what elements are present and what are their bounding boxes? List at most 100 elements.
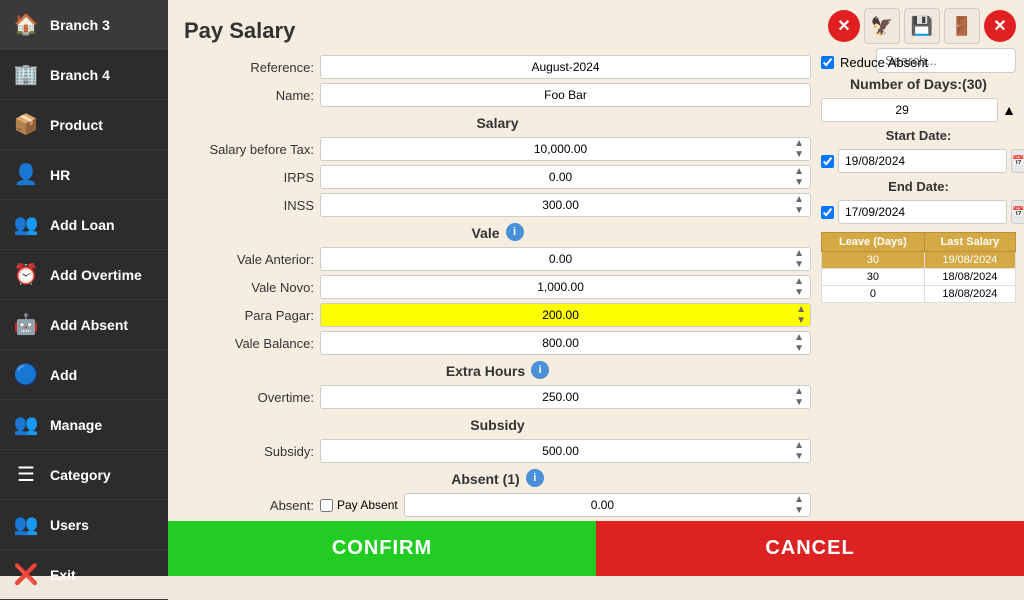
main-content: ✕ 🦅 💾 🚪 ✕ Pay Salary Reference: Name: Sa… xyxy=(168,0,1024,576)
vale-info-icon[interactable]: i xyxy=(506,223,524,241)
manage-icon: 👥 xyxy=(10,409,42,441)
end-date-label: End Date: xyxy=(821,179,1016,194)
door-icon-btn[interactable]: 🚪 xyxy=(944,8,980,44)
cancel-button[interactable]: CANCEL xyxy=(596,521,1024,576)
para-pagar-label: Para Pagar: xyxy=(184,308,314,323)
leave-table-row[interactable]: 3019/08/2024 xyxy=(822,252,1016,269)
overtime-spin-btn[interactable]: ▲▼ xyxy=(794,386,804,408)
start-date-input[interactable] xyxy=(838,149,1007,173)
sidebar-label-add: Add xyxy=(50,367,77,383)
save-icon-btn[interactable]: 💾 xyxy=(904,8,940,44)
name-label: Name: xyxy=(184,88,314,103)
overtime-field: 250.00 ▲▼ xyxy=(320,385,811,409)
absent-value: 0.00 xyxy=(411,498,794,512)
close-button-right[interactable]: ✕ xyxy=(984,10,1016,42)
sidebar-item-product[interactable]: 📦 Product xyxy=(0,100,168,150)
leave-days-cell: 30 xyxy=(822,252,925,269)
para-pagar-spin-btn[interactable]: ▲▼ xyxy=(796,304,806,326)
sidebar-item-users[interactable]: 👥 Users xyxy=(0,500,168,550)
salary-before-tax-label: Salary before Tax: xyxy=(184,142,314,157)
absent-spin-btn[interactable]: ▲▼ xyxy=(794,494,804,516)
leave-table-row[interactable]: 3018/08/2024 xyxy=(822,269,1016,286)
sidebar-label-hr: HR xyxy=(50,167,70,183)
subsidy-spin-btn[interactable]: ▲▼ xyxy=(794,440,804,462)
inss-row: INSS 300.00 ▲▼ xyxy=(184,193,811,217)
name-input[interactable] xyxy=(320,83,811,107)
para-pagar-field: 200.00 ▲▼ xyxy=(320,303,811,327)
vale-balance-spin-btn[interactable]: ▲▼ xyxy=(794,332,804,354)
sidebar-item-hr[interactable]: 👤 HR xyxy=(0,150,168,200)
leave-days-cell: 30 xyxy=(822,269,925,286)
vale-novo-spin-btn[interactable]: ▲▼ xyxy=(794,276,804,298)
irps-label: IRPS xyxy=(184,170,314,185)
leave-col1-header: Leave (Days) xyxy=(822,233,925,252)
vale-novo-field: 1,000.00 ▲▼ xyxy=(320,275,811,299)
reduce-absent-row: Reduce Absent xyxy=(821,55,1016,70)
pay-absent-label: Pay Absent xyxy=(337,498,398,512)
sidebar-label-addloan: Add Loan xyxy=(50,217,115,233)
vale-balance-row: Vale Balance: 800.00 ▲▼ xyxy=(184,331,811,355)
sidebar-label-product: Product xyxy=(50,117,103,133)
irps-field: 0.00 ▲▼ xyxy=(320,165,811,189)
branch4-icon: 🏢 xyxy=(10,59,42,91)
absent-info-icon[interactable]: i xyxy=(526,469,544,487)
topbar: ✕ 🦅 💾 🚪 ✕ xyxy=(828,8,1016,44)
absent-section-header: Absent (1) xyxy=(451,471,519,487)
start-date-checkbox[interactable] xyxy=(821,155,834,168)
absent-row: Absent: Pay Absent 0.00 ▲▼ xyxy=(184,493,811,517)
reduce-absent-label: Reduce Absent xyxy=(840,55,928,70)
inss-spin-btn[interactable]: ▲▼ xyxy=(794,194,804,216)
end-date-input[interactable] xyxy=(838,200,1007,224)
subsidy-value: 500.00 xyxy=(327,444,794,458)
vale-anterior-spin-btn[interactable]: ▲▼ xyxy=(794,248,804,270)
leave-date-cell: 19/08/2024 xyxy=(924,252,1015,269)
vale-anterior-label: Vale Anterior: xyxy=(184,252,314,267)
days-input[interactable] xyxy=(821,98,998,122)
subsidy-row: Subsidy: 500.00 ▲▼ xyxy=(184,439,811,463)
leave-table-row[interactable]: 018/08/2024 xyxy=(822,286,1016,303)
name-row: Name: xyxy=(184,83,811,107)
para-pagar-value: 200.00 xyxy=(325,308,796,322)
vale-anterior-field: 0.00 ▲▼ xyxy=(320,247,811,271)
sidebar-item-addloan[interactable]: 👥 Add Loan xyxy=(0,200,168,250)
bottom-bar: CONFIRM CANCEL xyxy=(168,521,1024,576)
overtime-value: 250.00 xyxy=(327,390,794,404)
reference-label: Reference: xyxy=(184,60,314,75)
sidebar-item-category[interactable]: ☰ Category xyxy=(0,450,168,500)
number-of-days-label: Number of Days:(30) xyxy=(821,76,1016,92)
salary-spin-btn[interactable]: ▲▼ xyxy=(794,138,804,160)
vale-balance-value: 800.00 xyxy=(327,336,794,350)
end-date-picker-btn[interactable]: 📅 xyxy=(1011,200,1024,224)
reduce-absent-checkbox[interactable] xyxy=(821,56,834,69)
salary-section-header: Salary xyxy=(184,115,811,131)
sidebar-item-manage[interactable]: 👥 Manage xyxy=(0,400,168,450)
extra-hours-info-icon[interactable]: i xyxy=(531,361,549,379)
days-spin-up[interactable]: ▲ xyxy=(1002,102,1016,118)
exit-icon: ❌ xyxy=(10,559,42,591)
sidebar: 🏠 Branch 3 🏢 Branch 4 📦 Product 👤 HR 👥 A… xyxy=(0,0,168,576)
eagle-icon-btn[interactable]: 🦅 xyxy=(864,8,900,44)
pay-absent-checkbox[interactable] xyxy=(320,499,333,512)
sidebar-item-add[interactable]: 🔵 Add xyxy=(0,350,168,400)
sidebar-item-addabsent[interactable]: 🤖 Add Absent xyxy=(0,300,168,350)
close-button-left[interactable]: ✕ xyxy=(828,10,860,42)
sidebar-item-branch3[interactable]: 🏠 Branch 3 xyxy=(0,0,168,50)
vale-anterior-row: Vale Anterior: 0.00 ▲▼ xyxy=(184,247,811,271)
confirm-button[interactable]: CONFIRM xyxy=(168,521,596,576)
form-container: Reference: Name: Salary Salary before Ta… xyxy=(184,55,1016,516)
sidebar-item-branch4[interactable]: 🏢 Branch 4 xyxy=(0,50,168,100)
inss-field: 300.00 ▲▼ xyxy=(320,193,811,217)
sidebar-label-addovertime: Add Overtime xyxy=(50,267,142,283)
irps-spin-btn[interactable]: ▲▼ xyxy=(794,166,804,188)
leave-table: Leave (Days) Last Salary 3019/08/2024301… xyxy=(821,232,1016,303)
end-date-row: 📅 xyxy=(821,200,1016,224)
reference-input[interactable] xyxy=(320,55,811,79)
end-date-checkbox[interactable] xyxy=(821,206,834,219)
sidebar-item-exit[interactable]: ❌ Exit xyxy=(0,550,168,600)
overtime-row: Overtime: 250.00 ▲▼ xyxy=(184,385,811,409)
extra-hours-section-row: Extra Hours i xyxy=(184,359,811,381)
sidebar-item-addovertime[interactable]: ⏰ Add Overtime xyxy=(0,250,168,300)
sidebar-label-branch4: Branch 4 xyxy=(50,67,110,83)
start-date-picker-btn[interactable]: 📅 xyxy=(1011,149,1024,173)
product-icon: 📦 xyxy=(10,109,42,141)
